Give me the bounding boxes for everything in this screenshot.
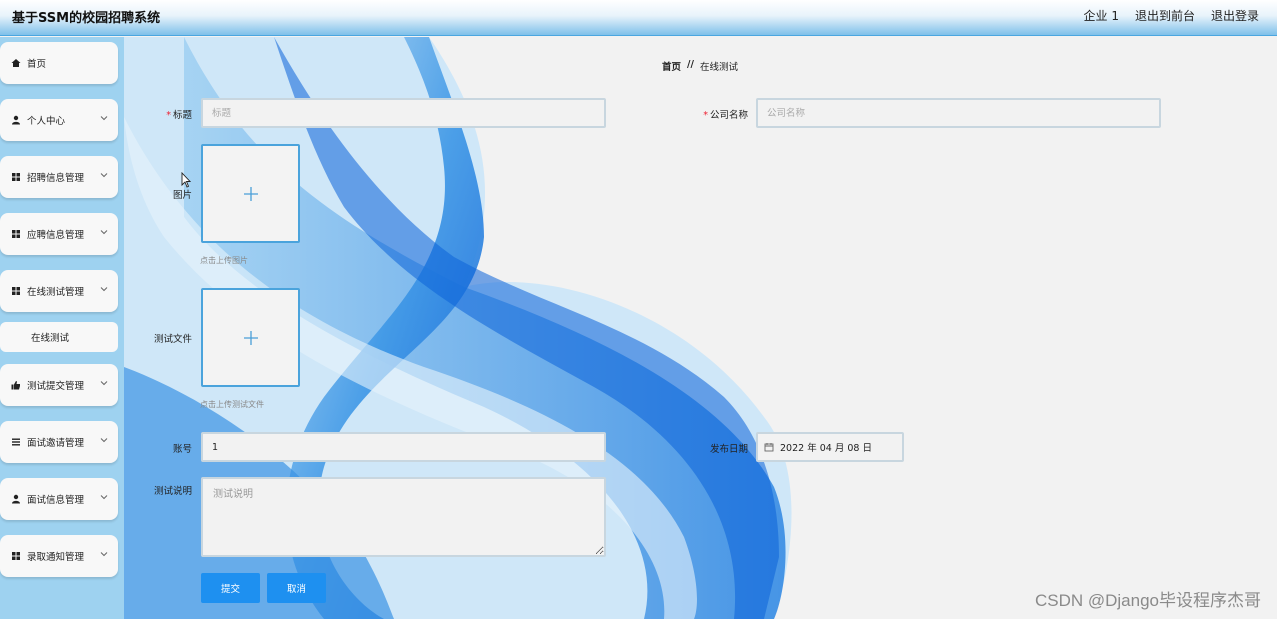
logout-link[interactable]: 退出登录 [1211,7,1259,24]
title-input[interactable] [201,98,606,128]
sidebar-item-recruit-info[interactable]: 招聘信息管理 [0,156,118,198]
sidebar-item-application-info[interactable]: 应聘信息管理 [0,213,118,255]
test-file-label: 测试文件 [153,334,192,345]
list-icon [11,437,21,447]
breadcrumb-separator: // [687,59,694,70]
chevron-down-icon [100,230,108,235]
image-upload[interactable] [201,144,300,243]
sidebar-item-home[interactable]: 首页 [0,42,118,84]
publish-date-picker[interactable]: 2022 年 04 月 08 日 [756,432,904,462]
submit-button[interactable]: 提交 [201,573,260,603]
chevron-down-icon [100,438,108,443]
sidebar-item-label: 在线测试管理 [27,287,85,298]
top-header: 基于SSM的校园招聘系统 企业 1 退出到前台 退出登录 [0,0,1277,36]
test-description-label: 测试说明 [153,486,192,497]
sidebar-item-label: 面试信息管理 [27,495,85,506]
chevron-down-icon [100,116,108,121]
title-label: * 标题 [166,110,192,121]
company-label: * 公司名称 [703,110,748,121]
chevron-down-icon [100,495,108,500]
breadcrumb-home[interactable]: 首页 [662,59,681,73]
test-file-upload[interactable] [201,288,300,387]
person-icon [11,494,21,504]
sidebar-item-label: 首页 [27,59,47,70]
mouse-cursor-icon [181,172,191,188]
publish-date-label: 发布日期 [709,444,748,455]
plus-icon [244,331,258,345]
test-file-upload-hint: 点击上传测试文件 [200,400,264,409]
user-name-link[interactable]: 企业 1 [1084,7,1119,24]
sidebar-item-personal-center[interactable]: 个人中心 [0,99,118,141]
company-input[interactable] [756,98,1161,128]
grid-icon [11,229,21,239]
sidebar-item-admission-notice[interactable]: 录取通知管理 [0,535,118,577]
account-label: 账号 [172,444,192,455]
test-description-textarea[interactable] [201,477,606,557]
calendar-icon [764,443,774,452]
sidebar-item-label: 个人中心 [27,116,66,127]
home-icon [11,58,21,68]
sidebar-subitem-online-test[interactable]: 在线测试 [0,322,118,352]
cancel-button[interactable]: 取消 [267,573,326,603]
chevron-down-icon [100,552,108,557]
breadcrumb: 首页 // 在线测试 [662,59,738,73]
header-links: 企业 1 退出到前台 退出登录 [1084,7,1259,24]
main-content: 首页 // 在线测试 *标题 *公司名称 图片 点击上传图片 测试文件 点击上传… [124,37,1277,619]
sidebar-item-label: 测试提交管理 [27,381,85,392]
person-icon [11,115,21,125]
chevron-down-icon [100,381,108,386]
chevron-down-icon [100,173,108,178]
sidebar-subitem-label: 在线测试 [31,333,70,344]
sidebar-item-test-submission[interactable]: 测试提交管理 [0,364,118,406]
grid-icon [11,172,21,182]
publish-date-value: 2022 年 04 月 08 日 [780,443,872,454]
thumb-icon [11,380,21,390]
exit-to-front-link[interactable]: 退出到前台 [1135,7,1195,24]
watermark-text: CSDN @Django毕设程序杰哥 [1034,591,1261,610]
breadcrumb-current: 在线测试 [699,62,738,73]
grid-icon [11,551,21,561]
account-input[interactable] [201,432,606,462]
image-label: 图片 [172,190,192,201]
sidebar-item-label: 招聘信息管理 [27,173,85,184]
app-title: 基于SSM的校园招聘系统 [12,11,161,26]
image-upload-hint: 点击上传图片 [200,256,248,265]
sidebar-item-interview-invite[interactable]: 面试邀请管理 [0,421,118,463]
sidebar: 首页 个人中心 招聘信息管理 应聘信息管理 在线测试管理 在线测试 测试提交管理… [0,37,124,619]
grid-icon [11,286,21,296]
sidebar-item-online-test[interactable]: 在线测试管理 [0,270,118,312]
sidebar-item-label: 录取通知管理 [27,552,85,563]
sidebar-item-interview-info[interactable]: 面试信息管理 [0,478,118,520]
sidebar-item-label: 面试邀请管理 [27,438,85,449]
chevron-down-icon [100,287,108,292]
plus-icon [244,187,258,201]
sidebar-item-label: 应聘信息管理 [27,230,85,241]
